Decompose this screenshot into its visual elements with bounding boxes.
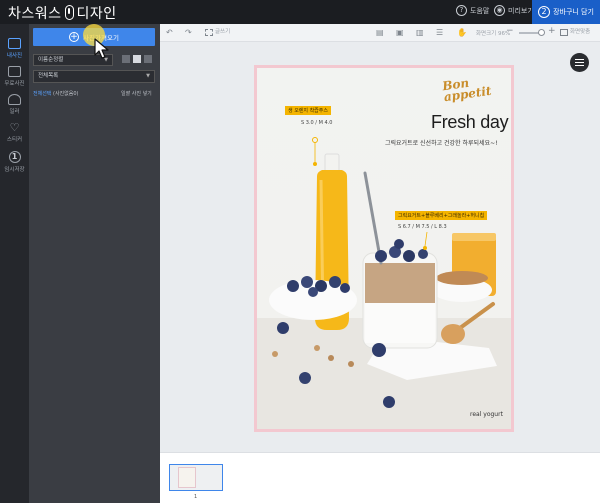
text-tool-label: 글쓰기	[215, 29, 231, 35]
rail-item-free-photos[interactable]: 무료사진	[0, 66, 29, 87]
rail-label: 내사진	[6, 53, 23, 59]
product-tag-juice[interactable]: 생 오렌지 착즙주스	[285, 106, 331, 115]
top-bar: 차스워스 디자인 ? 도움말 ◉ 미리보기 2 장바구니 담기	[0, 0, 600, 24]
category-select[interactable]: 전체목록 ▼	[33, 70, 155, 83]
redo-icon[interactable]: ↷	[185, 27, 192, 38]
align-right-icon[interactable]: ▥	[416, 27, 424, 38]
select-all-link[interactable]: 전체선택 (사진없음0)	[33, 90, 78, 97]
side-panel: + 사진가져오기 이름순정렬 ▼ 전체목록 ▼ 전체선택 (사진없음0) 일괄 …	[29, 24, 160, 503]
mouse-cursor-icon	[94, 38, 109, 59]
price-yogurt[interactable]: S 6.7 / M 7.5 / L 8.3	[398, 224, 447, 230]
cart-label: 장바구니 담기	[553, 8, 594, 16]
design-page[interactable]: Bon appetit Fresh day 그릭요거트로 신선하고 건강한 하루…	[257, 68, 511, 429]
rail-item-sticker[interactable]: ♡ 스티커	[0, 122, 29, 143]
question-icon: ?	[456, 5, 467, 16]
logo-text-right: 디자인	[76, 6, 117, 22]
sort-value: 이름순정렬	[38, 57, 64, 63]
category-value: 전체목록	[38, 73, 59, 79]
align-center-icon[interactable]: ▣	[396, 27, 404, 38]
layers-icon-line	[575, 62, 584, 64]
photo-count: (사진없음0)	[53, 91, 79, 97]
page-thumbnail-strip	[160, 452, 600, 503]
text-box-icon	[205, 29, 213, 36]
rail-item-illustration[interactable]: 일러	[0, 94, 29, 115]
app-logo[interactable]: 차스워스 디자인	[8, 3, 117, 23]
logo-text-left: 차스워스	[8, 6, 62, 22]
shapes-icon	[8, 94, 21, 105]
logo-pill-icon	[64, 5, 74, 20]
image-icon	[8, 38, 21, 49]
thumbnail-preview	[178, 467, 196, 488]
fit-icon	[560, 29, 568, 36]
plus-icon: +	[69, 32, 80, 42]
undo-icon[interactable]: ↶	[166, 27, 173, 38]
signature-text[interactable]: real yogurt	[470, 411, 503, 418]
distribute-icon[interactable]: ☰	[436, 27, 443, 38]
save-icon: 1	[8, 151, 21, 163]
zoom-in-icon[interactable]: +	[548, 26, 556, 37]
help-button[interactable]: ? 도움말	[456, 5, 489, 16]
preview-button[interactable]: ◉ 미리보기	[494, 5, 534, 16]
align-left-icon[interactable]: ▤	[376, 27, 384, 38]
page-thumbnail[interactable]	[169, 464, 223, 491]
chevron-down-icon: ▼	[146, 73, 150, 79]
rail-label: 스티커	[6, 137, 23, 143]
view-toggle	[122, 55, 152, 63]
page-number: 1	[194, 494, 198, 500]
zoom-out-icon[interactable]: −	[506, 26, 514, 37]
price-juice[interactable]: S 3.0 / M 4.0	[301, 120, 332, 126]
bulk-insert-link[interactable]: 일괄 사진 넣기	[121, 90, 152, 97]
layers-button[interactable]	[570, 53, 589, 72]
layers-icon-line	[575, 65, 584, 67]
eye-icon: ◉	[494, 5, 505, 16]
select-all-label: 전체선택	[33, 91, 52, 97]
tagline-text[interactable]: 그릭요거트로 신선하고 건강한 하루되세요~!	[385, 138, 498, 147]
hand-tool-icon[interactable]: ✋	[457, 27, 467, 38]
fit-label: 화면맞춤	[570, 29, 591, 35]
heart-icon: ♡	[9, 121, 20, 134]
rail-label: 일러	[9, 109, 20, 115]
help-label: 도움말	[470, 6, 490, 15]
large-grid-view-icon[interactable]	[144, 55, 152, 63]
fit-screen-button[interactable]: 화면맞춤	[560, 27, 590, 38]
list-view-icon[interactable]	[122, 55, 130, 63]
photo-library-icon	[8, 66, 21, 77]
preview-label: 미리보기	[508, 6, 534, 15]
rail-label: 임시저장	[4, 167, 25, 173]
rail-label: 무료사진	[4, 81, 25, 87]
text-tool-button[interactable]: 글쓰기	[205, 27, 230, 38]
layers-icon	[575, 59, 584, 61]
add-to-cart-button[interactable]: 2 장바구니 담기	[532, 0, 600, 24]
left-rail: 내사진 무료사진 일러 ♡ 스티커 1 임시저장	[0, 24, 29, 503]
product-tag-yogurt[interactable]: 그릭요거트+블루베리+그래놀라+허니칩	[395, 211, 488, 220]
rail-item-my-photos[interactable]: 내사진	[0, 38, 29, 59]
headline-text[interactable]: Fresh day	[431, 112, 509, 133]
zoom-slider-handle[interactable]	[538, 29, 545, 36]
rail-item-temp-save[interactable]: 1 임시저장	[0, 151, 29, 173]
step-number-icon: 2	[538, 6, 551, 18]
grid-view-icon[interactable]	[133, 55, 141, 63]
